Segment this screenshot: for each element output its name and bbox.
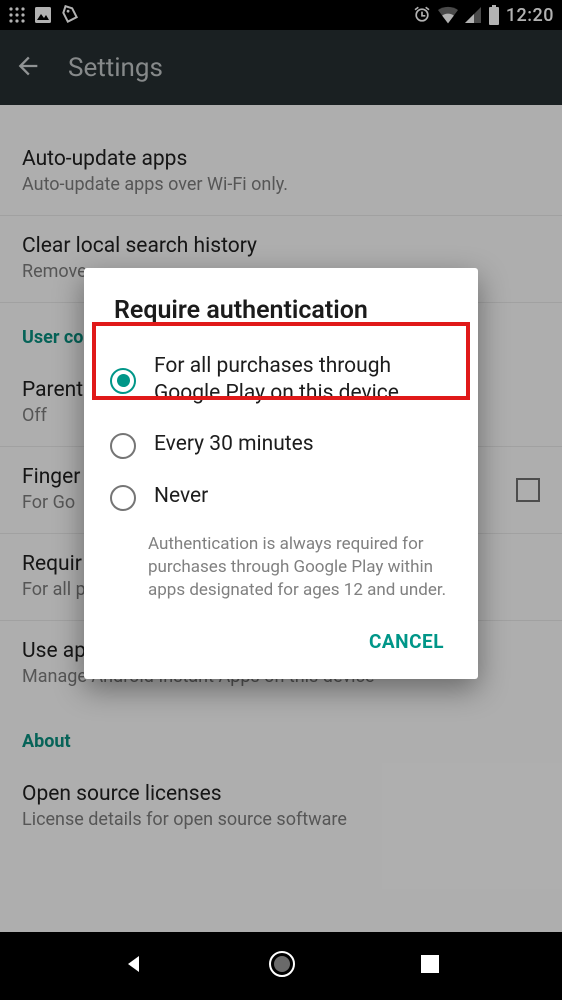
radio-icon bbox=[110, 433, 136, 459]
radio-selected-icon bbox=[110, 368, 136, 394]
option-label: Never bbox=[154, 483, 208, 510]
option-label: For all purchases through Google Play on… bbox=[154, 353, 448, 407]
nav-bar bbox=[0, 932, 562, 1000]
nav-recent-icon[interactable] bbox=[419, 953, 441, 979]
nav-home-icon[interactable] bbox=[267, 949, 297, 983]
dialog-note: Authentication is always required for pu… bbox=[84, 523, 478, 604]
require-auth-dialog: Require authentication For all purchases… bbox=[84, 268, 478, 679]
nav-back-icon[interactable] bbox=[122, 952, 146, 980]
option-label: Every 30 minutes bbox=[154, 431, 314, 458]
cancel-button[interactable]: CANCEL bbox=[359, 622, 454, 661]
option-all-purchases[interactable]: For all purchases through Google Play on… bbox=[84, 341, 478, 419]
radio-icon bbox=[110, 485, 136, 511]
option-every-30[interactable]: Every 30 minutes bbox=[84, 419, 478, 471]
option-never[interactable]: Never bbox=[84, 471, 478, 523]
dialog-title: Require authentication bbox=[84, 296, 478, 341]
